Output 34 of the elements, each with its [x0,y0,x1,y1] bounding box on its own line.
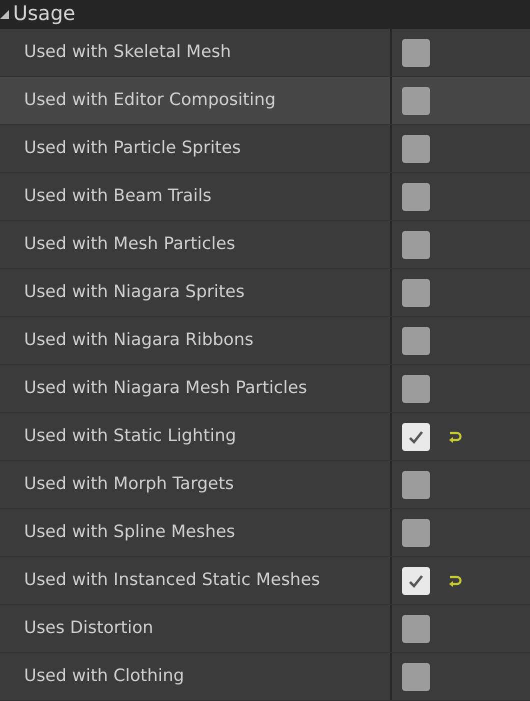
checkbox[interactable] [402,38,430,66]
property-label: Uses Distortion [24,616,154,640]
checkbox[interactable] [402,134,430,162]
checkbox[interactable] [402,662,430,690]
checkbox[interactable] [402,518,430,546]
property-label: Used with Editor Compositing [24,88,276,112]
checkbox[interactable] [402,278,430,306]
reset-arrow-icon[interactable] [448,574,462,586]
property-label: Used with Mesh Particles [24,232,236,256]
property-label: Used with Spline Meshes [24,520,236,544]
checkbox[interactable] [402,86,430,114]
reset-arrow-icon[interactable] [448,430,462,442]
checkbox[interactable] [402,374,430,402]
checkbox[interactable] [402,422,430,450]
property-label: Used with Instanced Static Meshes [24,568,320,592]
checkmark-icon [408,430,424,444]
property-label: Used with Clothing [24,664,184,688]
property-label: Used with Niagara Mesh Particles [24,376,308,400]
checkbox[interactable] [402,230,430,258]
property-label: Used with Particle Sprites [24,136,241,160]
property-label: Used with Niagara Ribbons [24,328,254,352]
checkbox[interactable] [402,614,430,642]
section-header[interactable]: Usage [0,0,530,29]
property-label: Used with Beam Trails [24,184,212,208]
checkbox[interactable] [402,470,430,498]
property-label: Used with Static Lighting [24,424,236,448]
checkbox[interactable] [402,182,430,210]
property-label: Used with Morph Targets [24,472,234,496]
property-label: Used with Skeletal Mesh [24,40,232,64]
property-label: Used with Niagara Sprites [24,280,245,304]
checkbox[interactable] [402,566,430,594]
checkmark-icon [408,574,424,588]
checkbox[interactable] [402,326,430,354]
section-title: Usage [13,1,76,25]
